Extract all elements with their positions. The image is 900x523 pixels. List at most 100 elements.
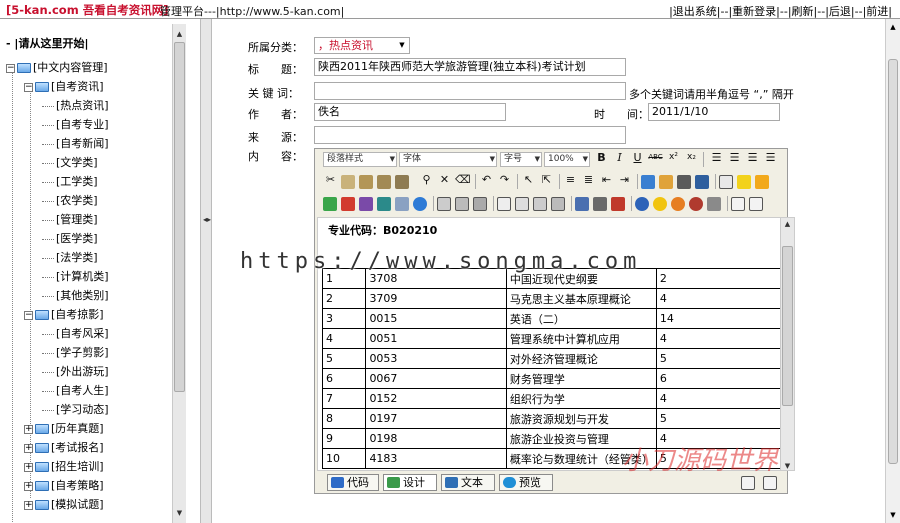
scroll-thumb[interactable] xyxy=(782,246,793,406)
strikethrough-icon[interactable]: ABC xyxy=(648,150,663,165)
table-icon[interactable] xyxy=(437,197,451,211)
sidebar-item[interactable]: [自考专业] xyxy=(6,115,172,134)
site-brand[interactable]: [5-kan.com 吾看自考资讯网] xyxy=(6,2,168,18)
collapse-icon[interactable]: − xyxy=(6,63,15,73)
expand-icon[interactable]: + xyxy=(24,424,33,434)
scroll-down-icon[interactable]: ▼ xyxy=(781,460,794,470)
relogin-link[interactable]: |重新登录| xyxy=(728,5,779,18)
page-break-icon[interactable] xyxy=(707,197,721,211)
sidebar-item[interactable]: [文学类] xyxy=(6,153,172,172)
ordered-list-icon[interactable]: ≡ xyxy=(563,172,578,187)
frame-icon[interactable] xyxy=(719,175,733,189)
select-icon[interactable]: ↖ xyxy=(521,172,536,187)
form-icon[interactable] xyxy=(497,197,511,211)
splitter-bar[interactable] xyxy=(200,19,212,523)
sidebar-item[interactable]: [外出游玩] xyxy=(6,362,172,381)
italic-icon[interactable]: I xyxy=(612,150,627,165)
sidebar-item[interactable]: + [招生培训] xyxy=(6,457,172,476)
sidebar-item[interactable]: + [模拟试题] xyxy=(6,495,172,514)
sidebar-item[interactable]: [医学类] xyxy=(6,229,172,248)
paste-text-icon[interactable] xyxy=(377,175,391,189)
textbox-icon[interactable] xyxy=(533,197,547,211)
paste-word-icon[interactable] xyxy=(395,175,409,189)
align-right-icon[interactable]: ☰ xyxy=(745,150,760,165)
sidebar-item[interactable]: − [中文内容管理] xyxy=(6,58,172,77)
tab-preview[interactable]: 预览 xyxy=(499,474,553,491)
back-link[interactable]: |后退| xyxy=(825,5,854,18)
redo-icon[interactable]: ↷ xyxy=(497,172,512,187)
sidebar-item[interactable]: [农学类] xyxy=(6,191,172,210)
textarea-icon[interactable] xyxy=(515,197,529,211)
scroll-up-icon[interactable]: ▲ xyxy=(781,218,794,230)
cut-icon[interactable]: ✂ xyxy=(323,172,338,187)
tab-text[interactable]: 文本 xyxy=(441,474,495,491)
tab-design[interactable]: 设计 xyxy=(383,474,437,491)
title-input[interactable]: 陕西2011年陕西师范大学旅游管理(独立本科)考试计划 xyxy=(314,58,626,76)
absolute-position-icon[interactable]: ⇱ xyxy=(539,172,554,187)
sidebar-item[interactable]: [自考人生] xyxy=(6,381,172,400)
collapse-icon[interactable]: − xyxy=(24,310,33,320)
sidebar-item[interactable]: [自考风采] xyxy=(6,324,172,343)
media-icon[interactable] xyxy=(359,197,373,211)
scroll-thumb[interactable] xyxy=(174,42,185,392)
bold-icon[interactable]: B xyxy=(594,150,609,165)
font-select[interactable]: 字体 ▼ xyxy=(399,152,497,167)
scroll-down-icon[interactable]: ▼ xyxy=(886,509,900,521)
find-icon[interactable]: ⚲ xyxy=(419,172,434,187)
expand-icon[interactable]: + xyxy=(24,443,33,453)
outdent-icon[interactable]: ⇤ xyxy=(599,172,614,187)
align-justify-icon[interactable]: ☰ xyxy=(763,150,778,165)
undo-icon[interactable]: ↶ xyxy=(479,172,494,187)
align-center-icon[interactable]: ☰ xyxy=(727,150,742,165)
font-size-select[interactable]: 字号 ▼ xyxy=(500,152,542,167)
sidebar-item[interactable]: [自考新闻] xyxy=(6,134,172,153)
globe-icon[interactable] xyxy=(413,197,427,211)
align-left-icon[interactable]: ☰ xyxy=(709,150,724,165)
sidebar-scrollbar[interactable]: ▲ ▼ xyxy=(172,24,186,523)
collapse-icon[interactable]: − xyxy=(24,82,33,92)
style-icon[interactable] xyxy=(695,175,709,189)
collapse-icon[interactable]: - xyxy=(6,37,11,50)
scroll-down-icon[interactable]: ▼ xyxy=(173,507,186,519)
layer-front-icon[interactable] xyxy=(755,175,769,189)
expand-icon[interactable]: + xyxy=(24,481,33,491)
sidebar-item[interactable]: [学习动态] xyxy=(6,400,172,419)
layer-icon[interactable] xyxy=(737,175,751,189)
editor-content-area[interactable]: 专业代码：B020210 1 3708 中国近现代史纲要 2 2 3709 马克思主义基本原… xyxy=(317,217,795,471)
button-control-icon[interactable] xyxy=(551,197,565,211)
scroll-thumb[interactable] xyxy=(888,59,898,464)
insert-column-icon[interactable] xyxy=(473,197,487,211)
special-char-icon[interactable] xyxy=(635,197,649,211)
sidebar-item[interactable]: [管理类] xyxy=(6,210,172,229)
sidebar-item[interactable]: [其他类别] xyxy=(6,286,172,305)
main-scrollbar[interactable]: ▲ ▼ xyxy=(885,19,900,523)
toggle-sidebar-icon[interactable]: ◂▸ xyxy=(203,215,211,224)
marquee-icon[interactable] xyxy=(689,197,703,211)
flash-icon[interactable] xyxy=(341,197,355,211)
category-select[interactable]: ，热点资讯 ▼ xyxy=(314,37,410,54)
underline-icon[interactable]: U xyxy=(630,150,645,165)
expand-editor-icon[interactable] xyxy=(741,476,755,490)
help-icon[interactable] xyxy=(749,197,763,211)
sidebar-item[interactable]: + [自考策略] xyxy=(6,476,172,495)
superscript-icon[interactable]: x² xyxy=(666,150,681,165)
sidebar-item[interactable]: [热点资讯] xyxy=(6,96,172,115)
copy-icon[interactable] xyxy=(341,175,355,189)
content-scrollbar[interactable]: ▲ ▼ xyxy=(780,218,794,470)
format-icon[interactable] xyxy=(677,175,691,189)
font-color-icon[interactable] xyxy=(641,175,655,189)
subscript-icon[interactable]: x₂ xyxy=(684,150,699,165)
anchor-icon[interactable] xyxy=(611,197,625,211)
tab-code[interactable]: 代码 xyxy=(327,474,379,491)
paste-icon[interactable] xyxy=(359,175,373,189)
scroll-up-icon[interactable]: ▲ xyxy=(886,21,900,33)
chevron-down-icon[interactable]: ▼ xyxy=(395,38,409,53)
keywords-input[interactable] xyxy=(314,82,626,100)
eraser-icon[interactable]: ⌫ xyxy=(455,172,471,187)
source-input[interactable] xyxy=(314,126,626,144)
unordered-list-icon[interactable]: ≣ xyxy=(581,172,596,187)
zoom-select[interactable]: 100% ▼ xyxy=(544,152,590,167)
expand-icon[interactable]: + xyxy=(24,462,33,472)
paragraph-style-select[interactable]: 段落样式 ▼ xyxy=(323,152,397,167)
emoticon-icon[interactable] xyxy=(653,197,667,211)
